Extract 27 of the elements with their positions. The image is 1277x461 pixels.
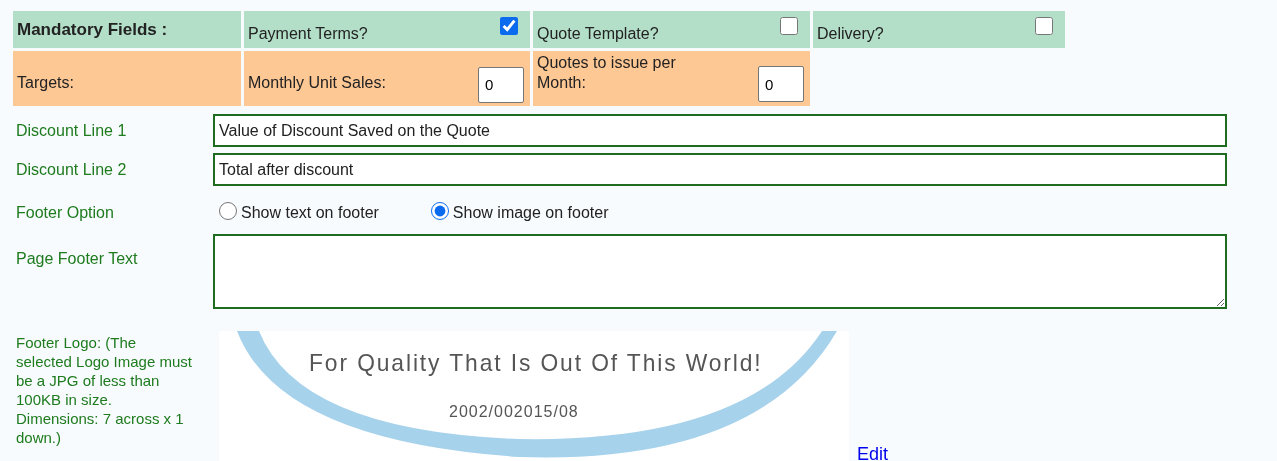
checkbox[interactable] — [500, 16, 518, 35]
field-label: Monthly Unit Sales: — [248, 72, 386, 93]
field-label: Quotes to issue per Month: — [537, 53, 677, 93]
checkbox[interactable] — [1035, 16, 1053, 35]
edit-link[interactable]: Edit — [857, 444, 889, 461]
text-input[interactable]: Value of Discount Saved on the Quote — [213, 114, 1227, 147]
radio-label: Show text on footer — [241, 204, 379, 222]
field-label: Quote Template? — [537, 23, 659, 44]
checkbox[interactable] — [780, 16, 798, 35]
field-label: Discount Line 1 — [16, 121, 128, 140]
field-label: Footer Option — [16, 204, 115, 222]
field-label: Page Footer Text — [16, 249, 139, 268]
targets-label: Targets: — [17, 72, 74, 93]
field-label: Discount Line 2 — [16, 160, 128, 179]
radio-button[interactable] — [430, 202, 449, 220]
text-area[interactable] — [213, 234, 1227, 309]
logo-number: 2002/002015/08 — [449, 403, 579, 421]
number-input[interactable]: 0 — [478, 66, 524, 103]
text-input[interactable]: Total after discount — [213, 153, 1227, 186]
logo-slogan: For Quality That Is Out Of This World! — [309, 349, 763, 377]
radio-button[interactable] — [219, 202, 237, 220]
field-label: Payment Terms? — [248, 23, 368, 44]
mandatory-fields-heading: Mandatory Fields : — [17, 19, 168, 40]
field-label: Delivery? — [817, 23, 884, 44]
radio-label: Show image on footer — [452, 204, 609, 222]
footer-logo-label: Footer Logo: (The selected Logo Image must be a JPG of less than 100KB in size. Dimensions: 7 across x 1 down.) — [16, 333, 193, 447]
number-input[interactable]: 0 — [758, 66, 804, 102]
